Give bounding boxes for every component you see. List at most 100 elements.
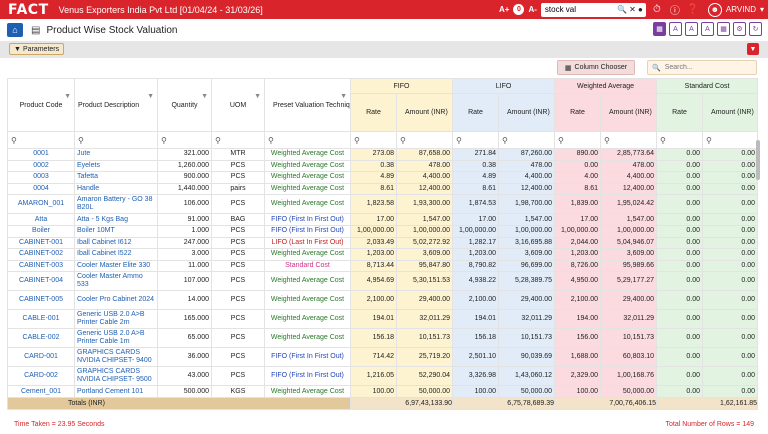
filter-cell[interactable]: ⚲ [554,131,602,149]
row-product-code[interactable]: 0003 [7,171,75,184]
speed-icon[interactable]: ⏱ [650,3,664,17]
filter-icon[interactable]: ▼ [201,93,208,100]
row-product-code[interactable]: CABLE-002 [7,328,75,349]
col-product-code[interactable]: Product Code ▼ [7,78,75,132]
font-icon[interactable]: A [669,22,682,36]
col-lifo-rate[interactable]: Rate [452,93,500,132]
table-row[interactable]: CABINET-005 Cooler Pro Cabinet 2024 14.000… [7,290,759,311]
table-row[interactable]: 0003 Tafetta 900.000 PCS Weighted Average Co… [7,171,759,184]
table-row[interactable]: Atta Atta - 5 Kgs Bag 91.000 BAG FIFO (First… [7,213,759,226]
row-product-desc[interactable]: Jute [74,148,158,161]
filter-cell[interactable]: ⚲ [7,131,75,149]
grid-layout-icon[interactable]: ▦ [717,22,730,36]
col-product-desc[interactable]: Product Description ▼ [74,78,158,132]
row-product-desc[interactable]: Handle [74,182,158,196]
col-std-rate[interactable]: Rate [656,93,704,132]
table-row[interactable]: CABINET-003 Cooler Master Elite 330 11.000… [7,259,759,273]
row-product-desc[interactable]: Cooler Master Elite 330 [74,259,158,273]
table-row[interactable]: Cement_001 Portland Cement 101 500.000 KGS W… [7,385,759,398]
text-size-icon[interactable]: A [701,22,714,36]
col-wavg-amount[interactable]: Amount (INR) [600,93,658,132]
row-product-code[interactable]: Atta [7,213,75,226]
row-product-code[interactable]: CABLE-001 [7,309,75,330]
row-product-desc[interactable]: Iball Cabinet I612 [74,236,158,250]
font-increase-button[interactable]: A+ [499,5,509,14]
row-product-desc[interactable]: Cooler Master Ammo 533 [74,271,158,292]
filter-cell[interactable]: ⚲ [656,131,704,149]
row-product-code[interactable]: CABINET-002 [7,248,75,261]
filter-cell[interactable]: ⚲ [498,131,556,149]
row-product-code[interactable]: 0004 [7,182,75,196]
filter-cell[interactable]: ⚲ [600,131,658,149]
row-product-code[interactable]: CABINET-001 [7,236,75,250]
filter-cell[interactable]: ⚲ [74,131,158,149]
row-product-desc[interactable]: Boiler 10MT [74,224,158,238]
settings-icon[interactable]: ⚙ [733,22,746,36]
row-product-code[interactable]: CARD-002 [7,366,75,387]
collapse-parameters-button[interactable]: ▼ [747,43,759,55]
table-row[interactable]: CABINET-001 Iball Cabinet I612 247.000 PCS L… [7,236,759,250]
filter-icon[interactable]: ▼ [147,93,154,100]
row-product-desc[interactable]: Eyelets [74,159,158,173]
home-button[interactable]: ⌂ [7,23,23,37]
vertical-scrollbar[interactable] [756,140,760,180]
col-fifo-rate[interactable]: Rate [350,93,397,132]
row-product-desc[interactable]: Atta - 5 Kgs Bag [74,213,158,226]
filter-cell[interactable]: ⚲ [211,131,265,149]
col-fifo-amount[interactable]: Amount (INR) [395,93,454,132]
table-row[interactable]: CABINET-002 Iball Cabinet I522 3.000 PCS Wei… [7,248,759,261]
row-product-desc[interactable]: Amaron Battery - GO 38 B20L [74,194,158,215]
col-quantity[interactable]: Quantity ▼ [157,78,212,132]
table-row[interactable]: CABLE-001 Generic USB 2.0 A>B Printer Cab… [7,309,759,330]
app-logo[interactable]: FACT [8,2,49,18]
parameters-button[interactable]: ▼ Parameters [9,43,65,55]
row-product-code[interactable]: AMARON_001 [7,194,75,215]
row-product-code[interactable]: Cement_001 [7,385,75,398]
table-row[interactable]: CARD-002 GRAPHICS CARDS NVIDIA CHIPSET- 9… [7,366,759,387]
grid-search-input[interactable] [664,64,750,71]
column-chooser-button[interactable]: ▦ Column Chooser [557,60,635,75]
row-product-desc[interactable]: Iball Cabinet I522 [74,248,158,261]
row-product-code[interactable]: Boiler [7,224,75,238]
filter-cell[interactable]: ⚲ [452,131,500,149]
filter-cell[interactable]: ⚲ [157,131,212,149]
export-excel-icon[interactable]: ▦ [653,22,666,36]
company-name[interactable]: Venus Exporters India Pvt Ltd [01/04/24 … [59,5,263,15]
font-reset-button[interactable]: 0 [513,4,525,15]
row-product-code[interactable]: CARD-001 [7,347,75,368]
col-std-amount[interactable]: Amount (INR) [702,93,759,132]
filter-icon[interactable]: ▼ [254,93,261,100]
table-row[interactable]: CARD-001 GRAPHICS CARDS NVIDIA CHIPSET- 9… [7,347,759,368]
table-row[interactable]: 0002 Eyelets 1,260.000 PCS Weighted Average … [7,159,759,173]
filter-icon[interactable]: ▼ [340,93,347,100]
row-product-desc[interactable]: GRAPHICS CARDS NVIDIA CHIPSET- 9500 [74,366,158,387]
row-product-code[interactable]: CABINET-003 [7,259,75,273]
row-product-desc[interactable]: Tafetta [74,171,158,184]
font-decrease-button[interactable]: A- [528,5,536,14]
row-product-code[interactable]: 0001 [7,148,75,161]
filter-cell[interactable]: ⚲ [350,131,397,149]
info-icon[interactable]: ⓘ [668,3,682,17]
row-product-desc[interactable]: Cooler Pro Cabinet 2024 [74,290,158,311]
mic-icon[interactable]: ● [638,5,643,14]
row-product-code[interactable]: CABINET-004 [7,271,75,292]
filter-icon[interactable]: ▼ [64,93,71,100]
clear-icon[interactable]: ✕ [629,5,636,14]
user-menu[interactable]: ☻ ARVIND ▾ [707,2,764,17]
row-product-code[interactable]: CABINET-005 [7,290,75,311]
global-search-input[interactable] [544,5,615,14]
col-lifo-amount[interactable]: Amount (INR) [498,93,556,132]
row-product-desc[interactable]: Portland Cement 101 [74,385,158,398]
refresh-icon[interactable]: ↻ [749,22,762,36]
filter-cell[interactable]: ⚲ [395,131,454,149]
row-product-desc[interactable]: Generic USB 2.0 A>B Printer Cable 2m [74,309,158,330]
filter-cell[interactable]: ⚲ [702,131,759,149]
font-size-icon[interactable]: A [685,22,698,36]
col-uom[interactable]: UOM ▼ [211,78,265,132]
table-row[interactable]: Boiler Boiler 10MT 1.000 PCS FIFO (First In … [7,224,759,238]
table-row[interactable]: AMARON_001 Amaron Battery - GO 38 B20L 106… [7,194,759,215]
search-icon[interactable]: 🔍 [617,5,627,14]
row-product-code[interactable]: 0002 [7,159,75,173]
table-row[interactable]: CABINET-004 Cooler Master Ammo 533 107.000… [7,271,759,292]
row-product-desc[interactable]: Generic USB 2.0 A>B Printer Cable 1m [74,328,158,349]
